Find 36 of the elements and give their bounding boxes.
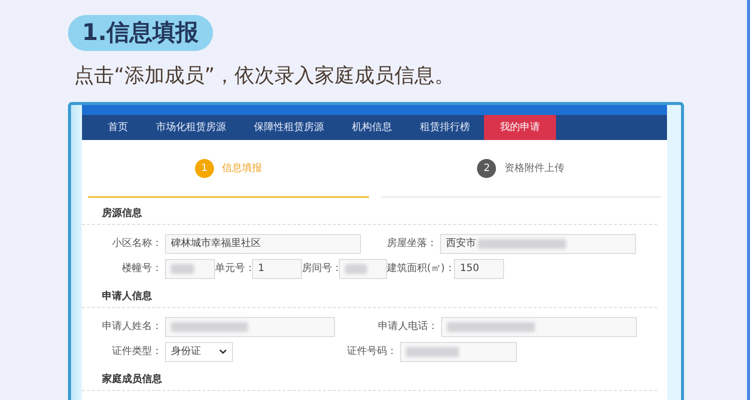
- field-label: 小区名称：: [111, 236, 162, 251]
- field-label: 申请人姓名：: [101, 320, 162, 334]
- nav-tab[interactable]: 我的申请: [484, 115, 556, 140]
- section-title: 家庭成员信息: [82, 364, 657, 391]
- field-label: 证件号码：: [346, 345, 397, 359]
- field-label: 证件类型：: [111, 344, 162, 359]
- input-field[interactable]: 西安市: [440, 234, 636, 254]
- instruction-text: 点击“添加成员”，依次录入家庭成员信息。: [74, 62, 456, 89]
- input-field[interactable]: [400, 342, 517, 362]
- redacted-value: [406, 346, 459, 356]
- step-tab[interactable]: 2 资格附件上传: [380, 140, 661, 198]
- field-label: 房间号：: [302, 262, 336, 276]
- section-heading: 1.信息填报: [68, 15, 213, 51]
- input-field[interactable]: 150: [454, 258, 504, 278]
- nav-tab[interactable]: 保障性租赁房源: [240, 115, 338, 140]
- input-field[interactable]: 碑林城市幸福里社区: [165, 234, 361, 254]
- nav-tab[interactable]: 市场化租赁房源: [142, 115, 240, 140]
- redacted-value: [171, 264, 194, 274]
- redacted-value: [345, 264, 367, 274]
- input-field[interactable]: [441, 316, 637, 336]
- field-label: 楼幢号：: [121, 262, 162, 276]
- field-label: 单元号：: [215, 262, 249, 276]
- input-field[interactable]: 1: [252, 258, 302, 278]
- section-title: 申请人信息: [82, 281, 657, 308]
- select-field[interactable]: 身份证: [165, 342, 233, 362]
- nav-tab[interactable]: 租赁排行榜: [406, 115, 484, 140]
- input-field[interactable]: [165, 258, 215, 278]
- input-field[interactable]: [165, 316, 335, 336]
- nav-tab[interactable]: 首页: [94, 115, 142, 140]
- nav-tab[interactable]: 机构信息: [338, 115, 406, 140]
- field-label: 建筑面积(㎡)：: [387, 262, 451, 276]
- caret-icon: [219, 348, 227, 354]
- field-label: 房屋坐落：: [386, 236, 437, 251]
- input-field[interactable]: [339, 258, 387, 278]
- field-label: 申请人电话：: [377, 320, 438, 334]
- section-title: 房源信息: [82, 198, 657, 225]
